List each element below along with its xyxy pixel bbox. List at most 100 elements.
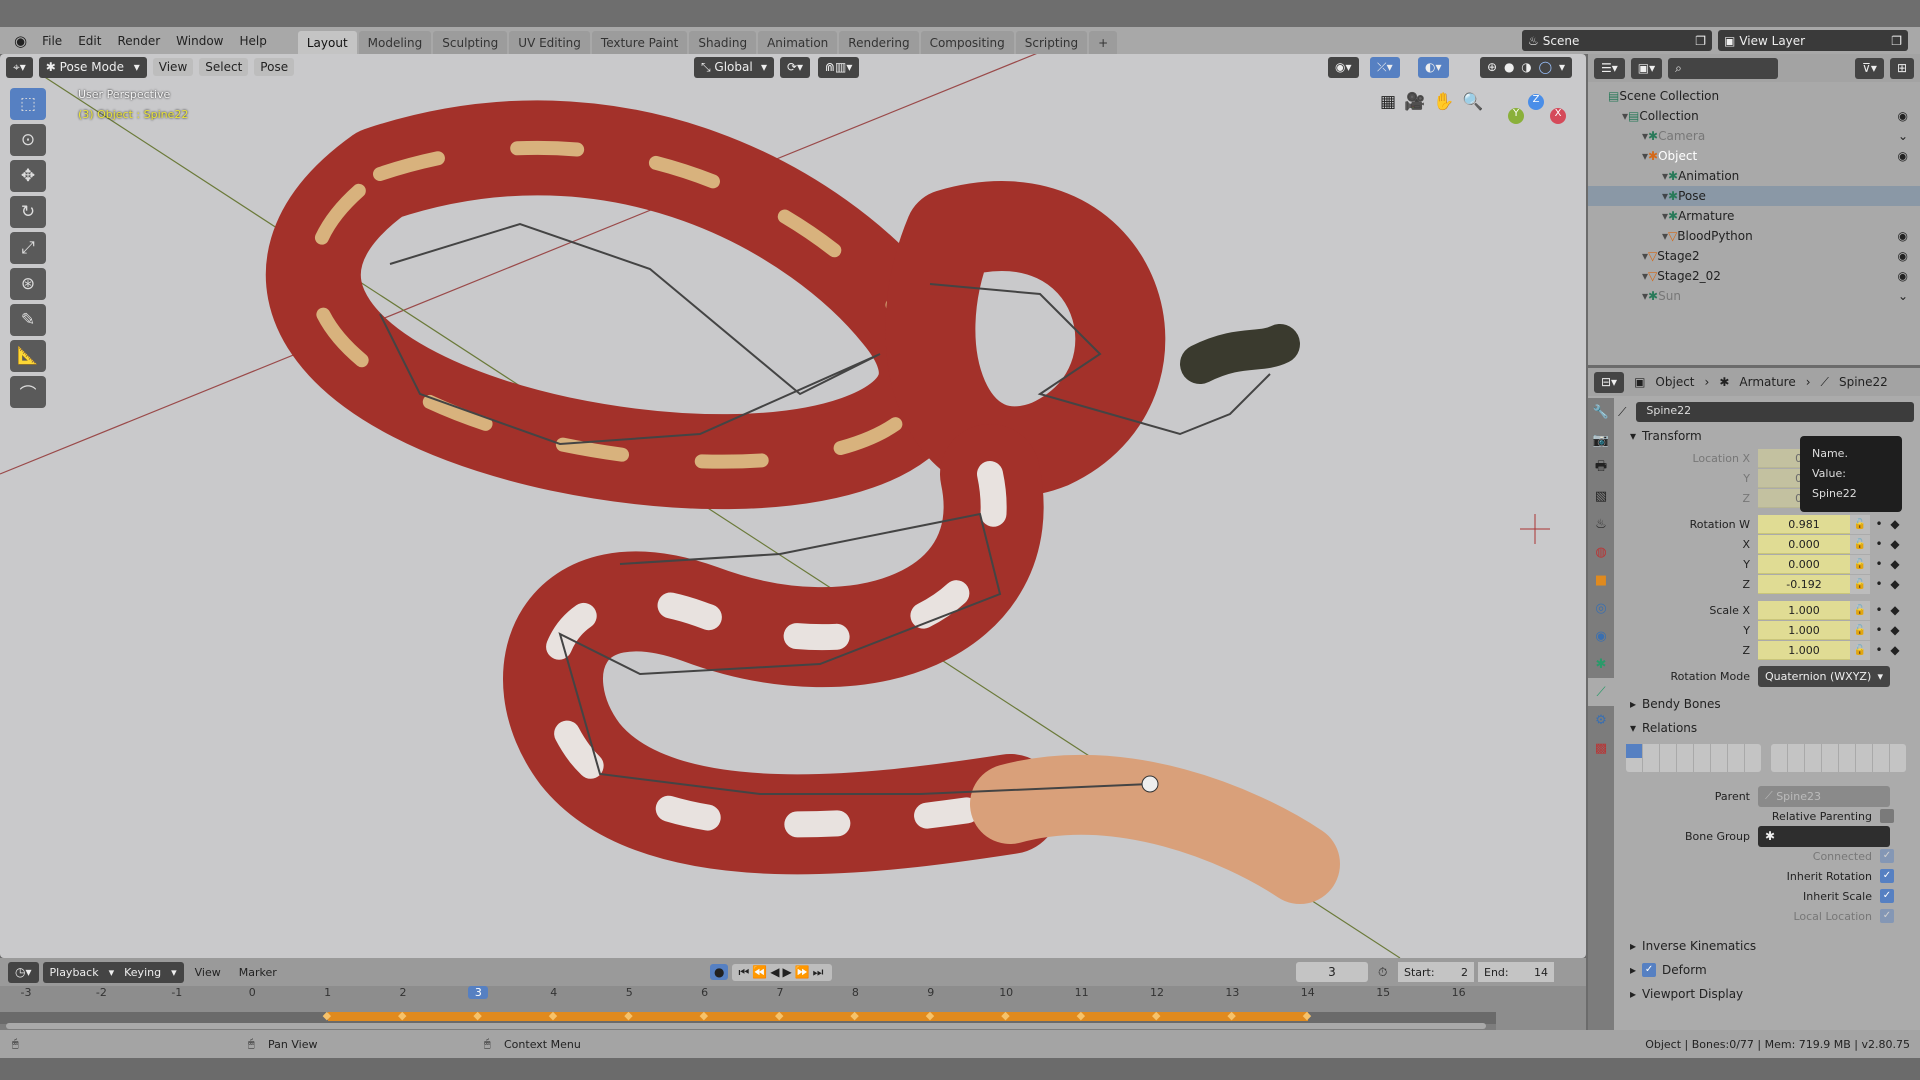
overlays-toggle-button[interactable]: ◐▾ — [1418, 56, 1449, 78]
gizmo-y-axis[interactable]: Y — [1508, 108, 1524, 124]
annotate-tool-icon[interactable]: ✎ — [10, 304, 46, 336]
parent-field[interactable]: ⟋ Spine23 — [1758, 785, 1890, 807]
outliner-item-camera[interactable]: ▾ ✱ Camera ⌄ — [1588, 126, 1920, 146]
menu-help[interactable]: Help — [233, 31, 274, 51]
editor-type-button[interactable]: ⌖▾ — [6, 56, 33, 78]
transform-value-field[interactable]: -0.192 — [1758, 574, 1850, 594]
blender-logo-icon[interactable]: ◉ — [8, 32, 33, 50]
bone-layers-grid[interactable] — [1618, 740, 1914, 776]
lock-icon[interactable]: 🔓 — [1850, 640, 1870, 660]
breadcrumb-bone[interactable]: Spine22 — [1839, 375, 1888, 389]
cursor-tool-icon[interactable]: ⊙ — [10, 124, 46, 156]
tab-layout[interactable]: Layout — [297, 30, 357, 55]
outliner-item-animation[interactable]: ▾ ✱ Animation — [1588, 166, 1920, 186]
outliner-item-stage2[interactable]: ▾ ▽ Stage2 ◉ — [1588, 246, 1920, 266]
deform-section-header[interactable]: ▸ ✓ Deform — [1618, 958, 1914, 982]
animate-dot-icon[interactable]: • — [1870, 623, 1888, 637]
grid-view-icon[interactable]: ▦ — [1380, 92, 1396, 112]
pivot-point-button[interactable]: ⟳▾ — [780, 56, 811, 78]
expand-arrow-icon[interactable]: ▾ — [1642, 129, 1648, 143]
menu-keying[interactable]: Keying — [124, 966, 161, 979]
pose-tool-icon[interactable]: ⌒ — [10, 376, 46, 408]
bone-constraints-tab-icon[interactable]: ⚙ — [1588, 706, 1614, 734]
visibility-eye-icon[interactable]: ◉ — [1898, 249, 1908, 263]
lock-icon[interactable]: 🔓 — [1850, 600, 1870, 620]
snap-button[interactable]: ⋒▥▾ — [818, 56, 860, 78]
gizmo-x-axis[interactable]: X — [1550, 108, 1566, 124]
object-tab-icon[interactable]: ■ — [1588, 566, 1614, 594]
breadcrumb-object[interactable]: Object — [1655, 375, 1694, 389]
hidden-visibility-icon[interactable]: ⌄ — [1898, 129, 1908, 143]
keyframe-marker[interactable]: ◆ — [323, 1009, 331, 1022]
keyframe-marker[interactable]: ◆ — [1077, 1009, 1085, 1022]
tab-shading[interactable]: Shading — [689, 30, 757, 55]
menu-playback[interactable]: Playback — [50, 966, 99, 979]
view-layer-selector[interactable]: ▣ View Layer ❐ — [1718, 30, 1908, 51]
visibility-eye-icon[interactable]: ◉ — [1898, 269, 1908, 283]
menu-window[interactable]: Window — [169, 31, 230, 51]
view-layer-tab-icon[interactable]: ▧ — [1588, 482, 1614, 510]
deform-checkbox[interactable]: ✓ — [1642, 963, 1657, 977]
expand-arrow-icon[interactable]: ▾ — [1622, 109, 1628, 123]
tab-compositing[interactable]: Compositing — [920, 30, 1014, 55]
select-box-tool-icon[interactable]: ⬚ — [10, 88, 46, 120]
keyframe-marker[interactable]: ◆ — [700, 1009, 708, 1022]
physics-tab-icon[interactable]: ◉ — [1588, 622, 1614, 650]
render-tab-icon[interactable]: 📷 — [1588, 426, 1614, 454]
outliner-item-stage2-02[interactable]: ▾ ▽ Stage2_02 ◉ — [1588, 266, 1920, 286]
keyframe-diamond-icon[interactable]: ◆ — [1888, 577, 1902, 591]
menu-select[interactable]: Select — [199, 58, 249, 76]
timeline-menu-view[interactable]: View — [188, 963, 228, 982]
keyframe-marker[interactable]: ◆ — [1227, 1009, 1235, 1022]
move-tool-icon[interactable]: ✥ — [10, 160, 46, 192]
rotate-tool-icon[interactable]: ↻ — [10, 196, 46, 228]
animate-dot-icon[interactable]: • — [1870, 517, 1888, 531]
new-view-layer-icon[interactable]: ❐ — [1891, 34, 1902, 48]
timeline-track[interactable]: -3 -2 -1 0 1 2 3 4 5 6 7 8 9 10 11 12 13 14 15 16 ◆ ◆ ◆ ◆ ◆ ◆ ◆ ◆ ◆ ◆… — [0, 986, 1496, 1030]
keyframe-marker[interactable]: ◆ — [775, 1009, 783, 1022]
menu-edit[interactable]: Edit — [71, 31, 108, 51]
filter-button[interactable]: ⊽▾ — [1855, 57, 1884, 79]
shading-mode-buttons[interactable]: ⊕ ● ◑ ◯ ▾ — [1480, 56, 1572, 78]
keyframe-marker[interactable]: ◆ — [1152, 1009, 1160, 1022]
expand-arrow-icon[interactable]: ▾ — [1662, 169, 1668, 183]
zoom-icon[interactable]: 🔍 — [1462, 92, 1483, 112]
stopwatch-icon[interactable]: ⏱ — [1378, 965, 1387, 980]
visibility-eye-icon[interactable]: ◉ — [1898, 229, 1908, 243]
bone-name-input[interactable]: Spine22 — [1636, 402, 1914, 422]
navigation-gizmo[interactable]: Z Y X — [1500, 94, 1570, 164]
lock-icon[interactable]: 🔓 — [1850, 514, 1870, 534]
animate-dot-icon[interactable]: • — [1870, 577, 1888, 591]
outliner-search-input[interactable]: ⌕ — [1668, 57, 1779, 79]
keyframe-diamond-icon[interactable]: ◆ — [1888, 643, 1902, 657]
scene-tab-icon[interactable]: ♨ — [1588, 510, 1614, 538]
gizmo-toggle-button[interactable]: ⤫▾ — [1370, 56, 1400, 78]
lock-icon[interactable]: 🔓 — [1850, 620, 1870, 640]
transform-value-field[interactable]: 1.000 — [1758, 600, 1850, 620]
tab-scripting[interactable]: Scripting — [1015, 30, 1088, 55]
tab-animation[interactable]: Animation — [758, 30, 838, 55]
menu-file[interactable]: File — [35, 31, 69, 51]
option-checkbox[interactable]: ✓ — [1880, 869, 1894, 883]
transform-value-field[interactable]: 0.000 — [1758, 534, 1850, 554]
animate-dot-icon[interactable]: • — [1870, 643, 1888, 657]
transform-value-field[interactable]: 0.000 — [1758, 554, 1850, 574]
scale-tool-icon[interactable]: ⤢ — [10, 232, 46, 264]
expand-arrow-icon[interactable]: ▾ — [1642, 269, 1648, 283]
new-scene-icon[interactable]: ❐ — [1695, 34, 1706, 48]
relations-section-header[interactable]: ▾ Relations — [1618, 716, 1914, 740]
tab-sculpting[interactable]: Sculpting — [433, 30, 508, 55]
transform-value-field[interactable]: 1.000 — [1758, 620, 1850, 640]
keyframe-diamond-icon[interactable]: ◆ — [1888, 623, 1902, 637]
transform-value-field[interactable]: 1.000 — [1758, 640, 1850, 660]
outliner-item-sun[interactable]: ▾ ✱ Sun ⌄ — [1588, 286, 1920, 306]
menu-view[interactable]: View — [152, 58, 194, 76]
timeline-scrollbar[interactable] — [6, 1023, 1486, 1029]
armature-data-tab-icon[interactable]: ✱ — [1588, 650, 1614, 678]
timeline-editor-type-button[interactable]: ◷▾ — [8, 961, 39, 983]
expand-arrow-icon[interactable]: ▾ — [1642, 249, 1648, 263]
3d-viewport[interactable]: ⌖▾ ✱ Pose Mode ▾ View Select Pose ⤡ Globa… — [0, 54, 1586, 958]
lock-icon[interactable]: 🔓 — [1850, 554, 1870, 574]
world-tab-icon[interactable]: ◍ — [1588, 538, 1614, 566]
keyframe-diamond-icon[interactable]: ◆ — [1888, 603, 1902, 617]
